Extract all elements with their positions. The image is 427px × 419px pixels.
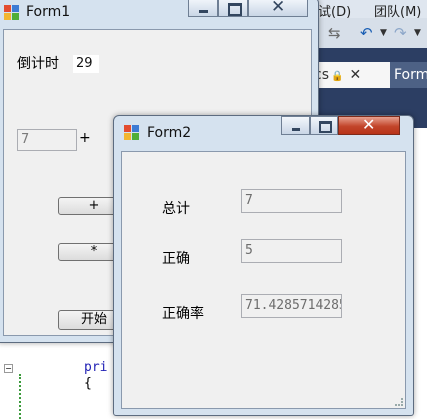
form1-title: Form1 — [26, 4, 71, 20]
undo-icon[interactable]: ↶ — [360, 24, 373, 42]
code-line: { — [84, 376, 92, 391]
ide-toolbar: ⇆ ↶ ▼ ↷ ▼ — [310, 18, 427, 49]
form1-titlebar[interactable]: Form1 ✕ — [0, 0, 318, 28]
form2-minimize-button[interactable] — [281, 116, 310, 135]
form-app-icon — [4, 5, 20, 21]
minimize-icon — [199, 10, 208, 13]
form2-maximize-button[interactable] — [310, 116, 338, 135]
correct-field[interactable]: 5 — [241, 239, 342, 263]
code-line: pri — [84, 360, 108, 375]
form-app-icon — [124, 125, 140, 141]
tab-form[interactable]: Form — [390, 62, 427, 88]
form2-close-button[interactable]: ✕ — [338, 115, 400, 135]
form2-client-area: 总计 7 正确 5 正确率 71.4285714285 — [121, 151, 406, 409]
ide-menubar: 试(D) 团队(M) — [310, 0, 427, 20]
comment-icon[interactable]: ⇆ — [328, 24, 341, 42]
operand-input[interactable]: 7 — [17, 129, 77, 151]
form1-maximize-button[interactable] — [218, 0, 248, 17]
rate-field[interactable]: 71.4285714285 — [241, 294, 342, 318]
redo-icon[interactable]: ↷ — [394, 24, 407, 42]
close-icon: ✕ — [271, 0, 286, 17]
redo-dropdown-icon[interactable]: ▼ — [414, 28, 421, 38]
close-icon: ✕ — [362, 115, 376, 134]
minimize-icon — [292, 128, 300, 131]
tab-form-label: Form — [394, 67, 427, 83]
tab-cs[interactable]: cs 🔒 ✕ — [310, 62, 392, 88]
operator-label: + — [79, 130, 91, 146]
form2-window: Form2 ✕ 总计 7 正确 5 正确率 71.4285714285 — [113, 115, 414, 416]
collapse-icon[interactable]: − — [4, 364, 13, 373]
form1-close-button[interactable]: ✕ — [248, 0, 308, 17]
total-field[interactable]: 7 — [241, 189, 342, 213]
correct-label: 正确 — [162, 251, 190, 267]
maximize-icon — [319, 121, 332, 133]
form2-titlebar[interactable]: Form2 ✕ — [114, 115, 413, 146]
rate-label: 正确率 — [162, 306, 204, 322]
maximize-icon — [228, 3, 242, 16]
countdown-label: 倒计时 — [17, 56, 59, 72]
code-gutter: − — [0, 362, 18, 419]
undo-dropdown-icon[interactable]: ▼ — [380, 28, 387, 38]
close-tab-icon[interactable]: ✕ — [349, 67, 361, 83]
lock-icon: 🔒 — [331, 71, 344, 82]
form2-title: Form2 — [147, 125, 192, 141]
form1-minimize-button[interactable] — [188, 0, 218, 17]
resize-grip[interactable] — [395, 398, 403, 406]
countdown-value: 29 — [72, 54, 100, 74]
total-label: 总计 — [162, 201, 190, 217]
